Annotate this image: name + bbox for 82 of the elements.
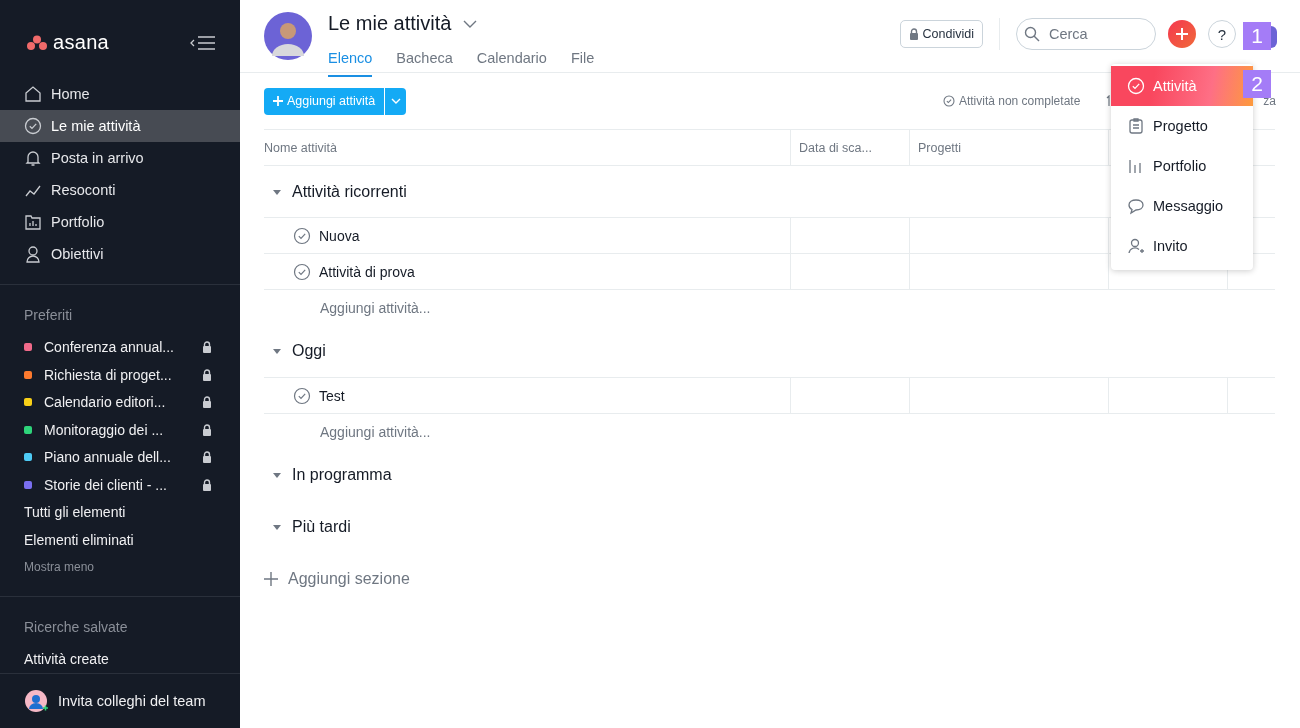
step-marker: 1: [1243, 22, 1271, 50]
folder-chart-icon: [24, 213, 42, 232]
collapse-arrow-icon[interactable]: [272, 522, 282, 532]
add-task-link[interactable]: Aggiungi attività...: [320, 423, 431, 440]
favorite-item[interactable]: Calendario editori...: [0, 388, 240, 416]
task-name[interactable]: Nuova: [319, 227, 360, 244]
sidebar-item[interactable]: Resoconti: [0, 174, 240, 207]
chevron-down-icon: [390, 98, 401, 104]
invite-avatar-icon: [24, 689, 48, 713]
add-section-link[interactable]: Aggiungi sezione: [288, 570, 410, 588]
column-header[interactable]: Nome attività: [264, 130, 790, 165]
page-title: Le mie attività: [328, 12, 452, 35]
dropdown-button[interactable]: [384, 87, 407, 115]
check-circle-icon[interactable]: [293, 262, 311, 281]
section-title[interactable]: Oggi: [292, 342, 326, 360]
check-circle-icon[interactable]: [293, 386, 311, 405]
lock-icon: [202, 368, 212, 381]
view-tab[interactable]: Calendario: [476, 45, 547, 77]
section-title[interactable]: Attività ricorrenti: [292, 183, 407, 201]
lock-icon: [202, 451, 212, 464]
column-header[interactable]: Progetti: [909, 130, 1108, 165]
task-name[interactable]: Test: [319, 387, 345, 404]
bell-icon: [24, 149, 42, 168]
check-circle-icon[interactable]: [293, 226, 311, 245]
collapse-arrow-icon[interactable]: [272, 346, 282, 356]
menu-item[interactable]: Portfolio: [1111, 146, 1253, 186]
asana-logo[interactable]: asana: [26, 31, 109, 55]
lock-icon: [202, 341, 212, 354]
plus-icon: [273, 96, 283, 106]
lock-icon: [202, 478, 212, 491]
check-circle-icon: [24, 117, 42, 136]
filter-button[interactable]: Attività non completate: [942, 94, 1081, 108]
user-avatar[interactable]: [264, 12, 312, 60]
favorite-item[interactable]: Richiesta di proget...: [0, 360, 240, 389]
menu-item[interactable]: Messaggio: [1111, 186, 1253, 226]
section-title[interactable]: In programma: [292, 466, 392, 484]
check-circle-icon: [1127, 77, 1145, 95]
favorite-item[interactable]: Conferenza annual...: [0, 333, 240, 361]
sidebar-item[interactable]: Home: [0, 78, 240, 111]
section-heading: Ricerche salvate: [23, 618, 129, 638]
favorite-item[interactable]: Storie dei clienti - ...: [0, 470, 240, 499]
lock-icon: [908, 28, 919, 40]
speech-bubble-icon: [1127, 197, 1145, 215]
section-title[interactable]: Più tardi: [292, 518, 351, 536]
sidebar-item[interactable]: Le mie attività: [0, 110, 240, 143]
invite-button[interactable]: Invita colleghi del team: [0, 672, 240, 728]
clipboard-icon: [1127, 117, 1145, 135]
share-button[interactable]: Condividi: [899, 20, 983, 48]
column-header[interactable]: Data di sca...: [790, 130, 909, 165]
lock-icon: [202, 396, 212, 409]
step-marker: 2: [1243, 70, 1271, 98]
sidebar-link[interactable]: Elementi eliminati: [0, 525, 240, 554]
collapse-sidebar-icon[interactable]: [190, 34, 216, 51]
collapse-arrow-icon[interactable]: [272, 470, 282, 480]
add-task-link[interactable]: Aggiungi attività...: [320, 299, 431, 316]
saved-search-link[interactable]: Attività create: [0, 645, 240, 673]
check-circle-icon: [942, 95, 955, 107]
section-heading: Preferiti: [23, 306, 74, 326]
view-tab[interactable]: File: [570, 45, 595, 77]
collapse-arrow-icon[interactable]: [272, 187, 282, 197]
user-avatar[interactable]: [1271, 26, 1277, 48]
sidebar-item[interactable]: Obiettivi: [0, 238, 240, 271]
sidebar-item[interactable]: Posta in arrivo: [0, 142, 240, 175]
home-icon: [24, 85, 42, 104]
person-icon: [24, 245, 42, 264]
lock-icon: [202, 423, 212, 436]
menu-item[interactable]: Progetto: [1111, 106, 1253, 146]
add-user-icon: [1127, 237, 1145, 255]
chevron-down-icon[interactable]: [463, 19, 478, 28]
view-tab[interactable]: Bacheca: [396, 45, 453, 77]
plus-icon: [1175, 27, 1189, 41]
menu-item[interactable]: Invito: [1111, 226, 1253, 266]
sidebar-link[interactable]: Tutti gli elementi: [0, 498, 240, 526]
sidebar-item[interactable]: Portfolio: [0, 206, 240, 239]
add-button[interactable]: [1168, 20, 1196, 48]
favorite-item[interactable]: Monitoraggio dei ...: [0, 415, 240, 444]
plus-icon[interactable]: [264, 572, 278, 586]
task-name[interactable]: Attività di prova: [319, 263, 415, 280]
help-button[interactable]: ?: [1208, 20, 1236, 48]
favorite-item[interactable]: Piano annuale dell...: [0, 443, 240, 471]
show-less-link[interactable]: Mostra meno: [0, 553, 240, 598]
search-field[interactable]: Cerca: [1016, 18, 1156, 50]
